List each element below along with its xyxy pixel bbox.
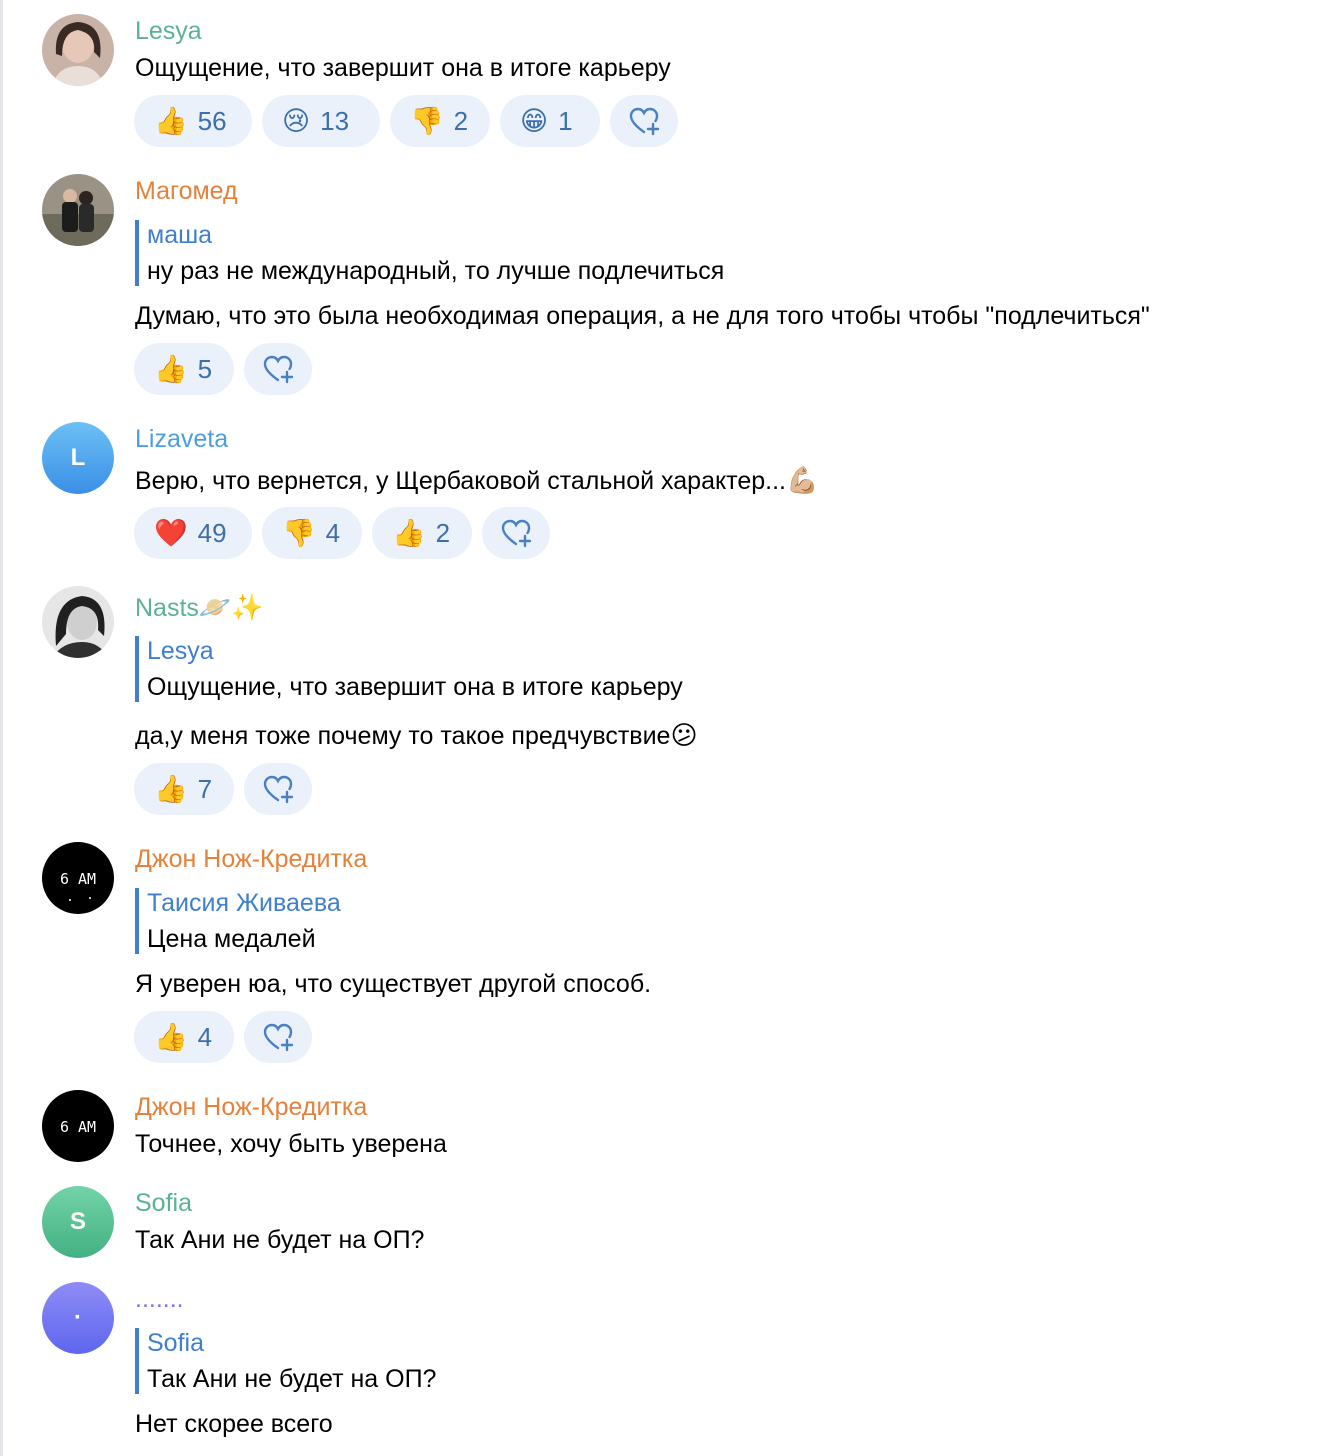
reaction-thumbs-down[interactable]: 👎 4 xyxy=(262,507,362,559)
quote-author: Lesya xyxy=(147,637,214,665)
heart-plus-icon xyxy=(263,355,294,384)
reply-quote[interactable]: Lesya Ощущение, что завершит она в итоге… xyxy=(135,636,683,702)
reactions-bar: 👍 4 xyxy=(134,1011,312,1063)
avatar-letter: S xyxy=(69,1208,86,1235)
thumbs-up-icon: 👍 xyxy=(392,518,426,548)
quote-author: маша xyxy=(147,221,213,249)
add-reaction-button[interactable] xyxy=(610,95,678,147)
reply-quote[interactable]: Таисия Живаева Цена медалей xyxy=(135,888,341,954)
comment-author[interactable]: Sofia xyxy=(135,1188,192,1218)
thumbs-up-icon: 👍 xyxy=(154,106,188,136)
comment-text: Думаю, что это была необходимая операция… xyxy=(135,302,1150,330)
avatar[interactable] xyxy=(42,14,114,86)
quote-text: ну раз не международный, то лучше подлеч… xyxy=(147,257,725,285)
quote-text: Цена медалей xyxy=(147,925,316,953)
comment-author[interactable]: ....... xyxy=(135,1284,184,1314)
comment-text: Нет скорее всего xyxy=(135,1410,333,1438)
reaction-thumbs-up[interactable]: 👍 2 xyxy=(372,507,472,559)
grinning-face-icon: 😁 xyxy=(520,106,549,136)
planet-sparkles-icon: 🪐✨ xyxy=(198,592,264,622)
comment-author[interactable]: Nasts🪐✨ xyxy=(135,592,264,623)
thumbs-up-icon: 👍 xyxy=(154,1022,188,1052)
thumbs-up-icon: 👍 xyxy=(154,354,188,384)
confused-face-icon: 😕 xyxy=(670,720,698,750)
comment-author[interactable]: Джон Нож-Кредитка xyxy=(135,1092,367,1122)
flexed-biceps-icon: 💪🏼 xyxy=(786,465,819,495)
red-heart-icon: ❤️ xyxy=(154,518,188,548)
avatar[interactable]: · xyxy=(42,1282,114,1354)
reply-quote[interactable]: Sofia Так Ани не будет на ОП? xyxy=(135,1328,436,1394)
reactions-bar: ❤️ 49 👎 4 👍 2 xyxy=(134,507,550,559)
avatar-letter: · xyxy=(74,1304,82,1331)
add-reaction-button[interactable] xyxy=(244,763,312,815)
thumbs-down-icon: 👎 xyxy=(410,106,444,136)
comment-text: Так Ани не будет на ОП? xyxy=(135,1226,425,1254)
reactions-bar: 👍 7 xyxy=(134,763,312,815)
thumbs-down-icon: 👎 xyxy=(282,518,316,548)
reaction-count: 4 xyxy=(197,1021,213,1052)
reaction-count: 13 xyxy=(320,105,350,136)
reaction-grin[interactable]: 😁 1 xyxy=(500,95,600,147)
comment-text: Я уверен юа, что существует другой спосо… xyxy=(135,970,652,998)
heart-plus-icon xyxy=(263,1023,294,1052)
reaction-count: 4 xyxy=(325,517,341,548)
avatar[interactable] xyxy=(42,174,114,246)
reply-quote[interactable]: маша ну раз не международный, то лучше п… xyxy=(135,220,724,286)
left-divider xyxy=(0,0,3,1456)
reaction-count: 2 xyxy=(435,517,451,548)
quote-text: Так Ани не будет на ОП? xyxy=(147,1365,437,1393)
comment-author[interactable]: Lizaveta xyxy=(135,424,228,454)
reaction-crying[interactable]: 😢 13 xyxy=(262,95,380,147)
avatar[interactable]: L xyxy=(42,422,114,494)
quote-text: Ощущение, что завершит она в итоге карье… xyxy=(147,673,683,701)
reaction-thumbs-up[interactable]: 👍 56 xyxy=(134,95,252,147)
comment-text: Верю, что вернется, у Щербаковой стально… xyxy=(135,465,819,495)
add-reaction-button[interactable] xyxy=(482,507,550,559)
reaction-thumbs-up[interactable]: 👍 4 xyxy=(134,1011,234,1063)
quote-author: Sofia xyxy=(147,1329,204,1357)
comment-author[interactable]: Магомед xyxy=(135,176,238,206)
comment-text: Ощущение, что завершит она в итоге карье… xyxy=(135,54,671,82)
reaction-count: 56 xyxy=(197,105,227,136)
comment-text: да,у меня тоже почему то такое предчувст… xyxy=(135,720,698,750)
reaction-thumbs-down[interactable]: 👎 2 xyxy=(390,95,490,147)
comment-author[interactable]: Lesya xyxy=(135,16,202,46)
svg-text:6 AM: 6 AM xyxy=(60,1118,96,1136)
add-reaction-button[interactable] xyxy=(244,1011,312,1063)
reaction-thumbs-up[interactable]: 👍 7 xyxy=(134,763,234,815)
reaction-count: 49 xyxy=(197,517,227,548)
avatar[interactable]: S xyxy=(42,1186,114,1258)
comment-author[interactable]: Джон Нож-Кредитка xyxy=(135,844,367,874)
avatar-letter: L xyxy=(70,444,86,471)
svg-text:6 AM: 6 AM xyxy=(60,870,96,888)
reactions-bar: 👍 56 😢 13 👎 2 😁 1 xyxy=(134,95,678,147)
avatar[interactable] xyxy=(42,586,114,658)
quote-author: Таисия Живаева xyxy=(147,889,341,917)
reaction-thumbs-up[interactable]: 👍 5 xyxy=(134,343,234,395)
reaction-count: 5 xyxy=(197,353,213,384)
reaction-count: 2 xyxy=(453,105,469,136)
thumbs-up-icon: 👍 xyxy=(154,774,188,804)
add-reaction-button[interactable] xyxy=(244,343,312,395)
reaction-count: 7 xyxy=(197,773,213,804)
avatar[interactable]: 6 AM xyxy=(42,842,114,914)
avatar[interactable]: 6 AM xyxy=(42,1090,114,1162)
comment-text: Точнее, хочу быть уверена xyxy=(135,1130,447,1158)
reaction-heart[interactable]: ❤️ 49 xyxy=(134,507,252,559)
heart-plus-icon xyxy=(629,107,660,136)
crying-face-icon: 😢 xyxy=(282,106,311,136)
reactions-bar: 👍 5 xyxy=(134,343,312,395)
heart-plus-icon xyxy=(263,775,294,804)
heart-plus-icon xyxy=(501,519,532,548)
reaction-count: 1 xyxy=(558,105,573,136)
